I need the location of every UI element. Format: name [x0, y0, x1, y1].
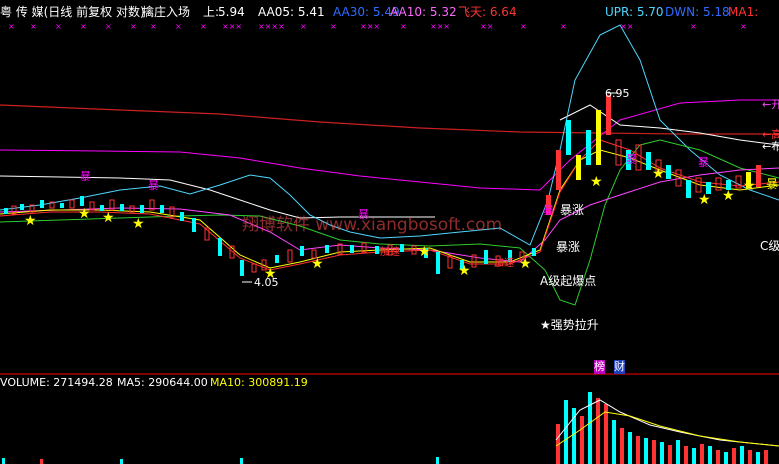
svg-text:×: ×: [690, 22, 697, 31]
svg-text:×: ×: [400, 22, 407, 31]
svg-text:×: ×: [8, 22, 15, 31]
svg-text:×××: ×××: [360, 22, 380, 31]
svg-text:××: ××: [620, 22, 633, 31]
svg-text:★: ★: [652, 166, 665, 182]
svg-text:★: ★: [519, 256, 532, 272]
watermark: 翔博软件 www.xiangbosoft.com: [242, 215, 503, 235]
svg-text:★: ★: [24, 213, 37, 229]
svg-text:★: ★: [102, 210, 115, 226]
volume-ma5: MA5: 290644.00: [117, 376, 208, 389]
svg-text:暴: 暴: [698, 156, 709, 169]
svg-text:×××: ×××: [430, 22, 450, 31]
annotation-c-level: C级: [760, 239, 779, 253]
right-edge-mark-3: ←布: [762, 140, 779, 153]
svg-text:×: ×: [150, 22, 157, 31]
svg-text:×: ×: [105, 22, 112, 31]
svg-text:×: ×: [130, 22, 137, 31]
annotation-baozhang-1: 暴涨: [560, 203, 585, 217]
x-marker-row: × × × × × × × × × ××× ×××× × × ××× × ××× ×× × × ×× × ×: [8, 22, 747, 31]
svg-text:★: ★: [722, 188, 735, 204]
svg-text:★: ★: [78, 206, 91, 222]
svg-text:×: ×: [560, 22, 567, 31]
svg-text:×: ×: [300, 22, 307, 31]
svg-text:×: ×: [200, 22, 207, 31]
svg-text:××××: ××××: [258, 22, 285, 31]
svg-text:★: ★: [311, 256, 324, 272]
svg-text:暴: 暴: [148, 179, 159, 192]
svg-text:×: ×: [30, 22, 37, 31]
annotation-jiasu-2: 加速: [494, 258, 514, 269]
annotation-jiasu-1: 加速: [380, 247, 400, 258]
svg-text:★: ★: [698, 192, 711, 208]
volume-bars: [2, 392, 768, 464]
long-ma-red: [0, 104, 779, 135]
annotation-baozhang-2: 暴涨: [556, 240, 581, 254]
stock-chart-screen: 粤 传 媒(日线 前复权 对数) 擒庄入场 上: 5.94 AA05: 5.41…: [0, 0, 779, 464]
svg-text:★: ★: [458, 263, 471, 279]
volume-ma10: MA10: 300891.19: [210, 376, 308, 389]
volume-value: VOLUME: 271494.28: [0, 376, 113, 389]
boll-upper-cyan: [0, 24, 779, 246]
svg-text:×: ×: [330, 22, 337, 31]
cai-badge: 财: [614, 360, 625, 374]
price-low-label: 4.05: [254, 276, 279, 289]
svg-text:暴: 暴: [543, 204, 554, 217]
svg-text:×××: ×××: [222, 22, 242, 31]
svg-text:×: ×: [520, 22, 527, 31]
annotation-strong-rise: ★强势拉升: [540, 318, 599, 332]
edge-arrow-label: 暴: [766, 177, 779, 191]
svg-text:★: ★: [132, 216, 145, 232]
svg-text:×: ×: [740, 22, 747, 31]
svg-text:×: ×: [175, 22, 182, 31]
svg-text:★: ★: [743, 178, 756, 194]
annotation-a-level: A级起爆点: [540, 274, 597, 288]
svg-text:×: ×: [80, 22, 87, 31]
svg-text:××: ××: [480, 22, 493, 31]
svg-text:×: ×: [55, 22, 62, 31]
price-high-label: 6.95: [605, 87, 630, 100]
right-edge-mark-1: ←开: [762, 98, 779, 111]
ma-white-right: [559, 104, 779, 146]
svg-text:★: ★: [418, 244, 431, 260]
svg-text:暴: 暴: [626, 153, 637, 166]
svg-text:暴: 暴: [80, 170, 91, 183]
svg-text:★: ★: [590, 174, 603, 190]
bang-badge: 榜: [594, 360, 605, 374]
